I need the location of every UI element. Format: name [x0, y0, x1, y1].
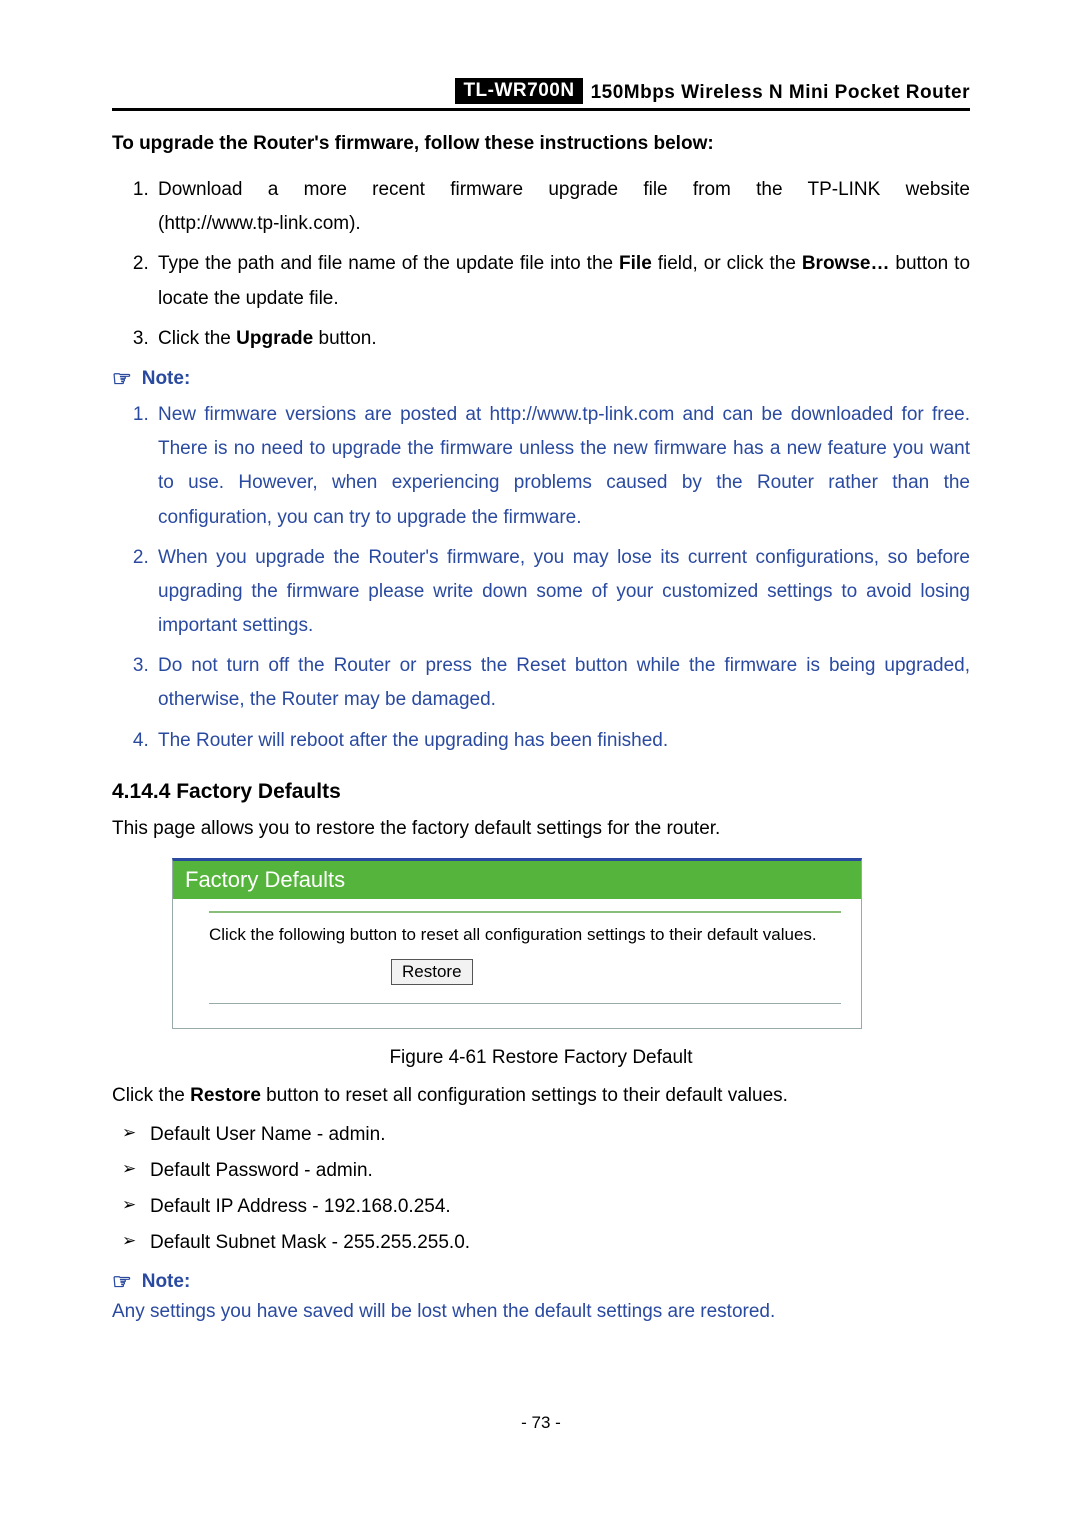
panel-bottom-rule — [209, 1003, 841, 1004]
pointing-hand-icon: ☞ — [112, 1271, 132, 1293]
note-4: The Router will reboot after the upgradi… — [154, 724, 970, 758]
page-header: TL-WR700N 150Mbps Wireless N Mini Pocket… — [112, 78, 970, 104]
factory-defaults-intro: This page allows you to restore the fact… — [112, 818, 970, 840]
pointing-hand-icon: ☞ — [112, 368, 132, 390]
note-heading-2: ☞ Note: — [112, 1271, 970, 1293]
note-3: Do not turn off the Router or press the … — [154, 649, 970, 717]
header-rule — [112, 108, 970, 111]
file-field-bold: File — [619, 253, 652, 274]
note-label-2: Note: — [142, 1271, 191, 1293]
model-description: 150Mbps Wireless N Mini Pocket Router — [591, 82, 970, 104]
step-3-part-a: Click the — [158, 328, 236, 349]
step-3: Click the Upgrade button. — [154, 322, 970, 356]
note-1: New firmware versions are posted at http… — [154, 398, 970, 535]
upgrade-steps: Download a more recent firmware upgrade … — [112, 173, 970, 356]
note-list-1: New firmware versions are posted at http… — [112, 398, 970, 758]
note-2-text: Any settings you have saved will be lost… — [112, 1301, 970, 1323]
restore-part-a: Click the — [112, 1085, 190, 1106]
restore-part-b: button to reset all configuration settin… — [261, 1085, 788, 1106]
default-ip: Default IP Address - 192.168.0.254. — [122, 1189, 970, 1225]
panel-rule — [209, 911, 841, 913]
default-subnet: Default Subnet Mask - 255.255.255.0. — [122, 1225, 970, 1261]
step-1: Download a more recent firmware upgrade … — [154, 173, 970, 241]
note-2: When you upgrade the Router's firmware, … — [154, 541, 970, 644]
browse-bold: Browse… — [802, 253, 890, 274]
default-username: Default User Name - admin. — [122, 1117, 970, 1153]
upgrade-intro: To upgrade the Router's firmware, follow… — [112, 133, 970, 155]
restore-instruction: Click the Restore button to reset all co… — [112, 1085, 970, 1107]
step-1-line-b: (http://www.tp-link.com). — [158, 213, 361, 234]
model-badge: TL-WR700N — [455, 78, 582, 104]
step-1-line-a: Download a more recent firmware upgrade … — [158, 173, 970, 207]
figure-caption: Figure 4-61 Restore Factory Default — [112, 1047, 970, 1069]
restore-bold: Restore — [190, 1085, 261, 1106]
upgrade-bold: Upgrade — [236, 328, 313, 349]
panel-title: Factory Defaults — [173, 861, 861, 899]
step-2-part-a: Type the path and file name of the updat… — [158, 253, 619, 274]
step-2-part-b: field, or click the — [652, 253, 802, 274]
note-heading-1: ☞ Note: — [112, 368, 970, 390]
document-page: TL-WR700N 150Mbps Wireless N Mini Pocket… — [0, 0, 1080, 1510]
section-heading-factory-defaults: 4.14.4 Factory Defaults — [112, 780, 970, 804]
panel-body: Click the following button to reset all … — [173, 899, 861, 1028]
page-number: - 73 - — [112, 1413, 970, 1433]
step-2: Type the path and file name of the updat… — [154, 247, 970, 315]
default-password: Default Password - admin. — [122, 1153, 970, 1189]
defaults-list: Default User Name - admin. Default Passw… — [112, 1117, 970, 1261]
step-3-part-b: button. — [313, 328, 376, 349]
panel-text: Click the following button to reset all … — [209, 925, 841, 945]
note-label: Note: — [142, 368, 191, 390]
restore-button[interactable]: Restore — [391, 959, 473, 985]
factory-defaults-panel: Factory Defaults Click the following but… — [172, 858, 862, 1029]
